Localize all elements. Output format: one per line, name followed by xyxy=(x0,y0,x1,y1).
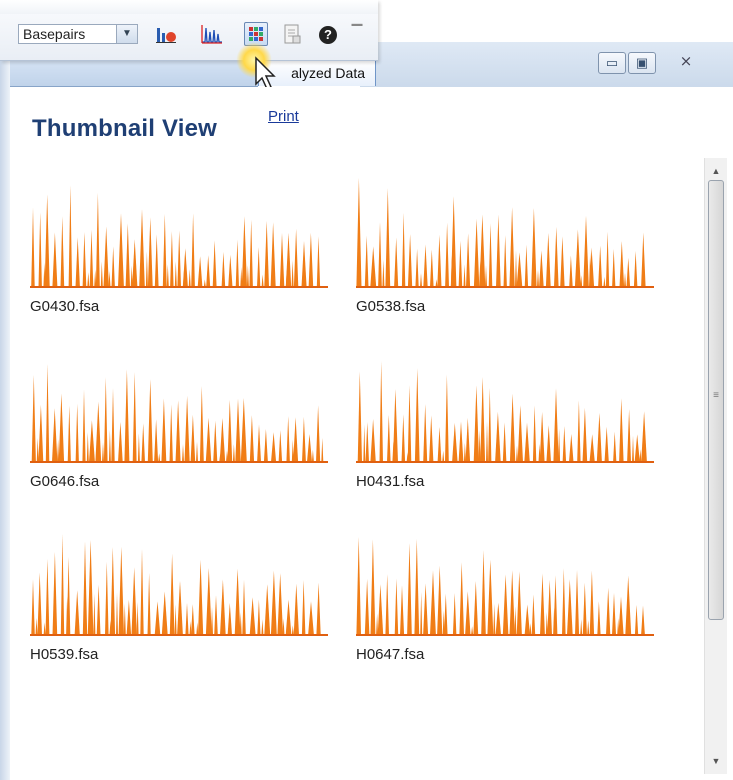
scrollbar-thumb[interactable]: ≡ xyxy=(708,180,724,620)
print-link[interactable]: Print xyxy=(268,108,299,125)
thumbnail-label[interactable]: H0539.fsa xyxy=(30,646,98,663)
bar-chart-icon[interactable] xyxy=(154,22,178,46)
toolbar: Basepairs ▼ ? ▔ xyxy=(0,0,378,61)
electropherogram-trace xyxy=(356,177,654,288)
minimize-button[interactable]: ▭ xyxy=(598,52,626,74)
thumbnail-label[interactable]: G0430.fsa xyxy=(30,298,99,315)
scrollbar-grip-icon: ≡ xyxy=(713,390,719,401)
help-glyph: ? xyxy=(319,26,337,44)
close-button[interactable]: ⨯ xyxy=(662,52,710,74)
electropherogram-trace xyxy=(30,534,328,636)
scroll-down-button[interactable]: ▼ xyxy=(705,752,727,770)
thumbnail-1[interactable]: G0430.fsa xyxy=(30,170,330,315)
thumbnail-4[interactable]: H0431.fsa xyxy=(356,345,656,490)
maximize-button[interactable]: ▣ xyxy=(628,52,656,74)
peaks-icon[interactable] xyxy=(200,22,224,46)
scroll-up-button[interactable]: ▲ xyxy=(705,162,727,180)
page-title: Thumbnail View xyxy=(32,115,218,142)
thumbnail-label[interactable]: H0431.fsa xyxy=(356,473,424,490)
overflow-icon[interactable]: ▔ xyxy=(348,20,366,44)
electropherogram-trace xyxy=(30,185,328,288)
thumbnail-5[interactable]: H0539.fsa xyxy=(30,518,330,663)
tab-strip xyxy=(10,60,258,87)
toolbar-top-edge xyxy=(0,0,378,14)
thumbnail-label[interactable]: G0538.fsa xyxy=(356,298,425,315)
electropherogram-trace xyxy=(30,363,328,463)
units-select-value: Basepairs xyxy=(23,26,86,42)
document-icon[interactable] xyxy=(280,22,304,46)
thumbnail-3[interactable]: G0646.fsa xyxy=(30,345,330,490)
thumbnail-label[interactable]: H0647.fsa xyxy=(356,646,424,663)
thumbnail-label[interactable]: G0646.fsa xyxy=(30,473,99,490)
electropherogram-trace xyxy=(356,361,654,463)
help-icon[interactable]: ? xyxy=(316,22,340,46)
electropherogram-trace xyxy=(356,536,654,636)
thumbnail-6[interactable]: H0647.fsa xyxy=(356,518,656,663)
vertical-scrollbar[interactable]: ▲ ≡ ▼ xyxy=(704,158,727,774)
thumbnail-2[interactable]: G0538.fsa xyxy=(356,170,656,315)
units-select[interactable]: Basepairs ▼ xyxy=(18,24,138,44)
chevron-down-icon[interactable]: ▼ xyxy=(116,25,137,43)
